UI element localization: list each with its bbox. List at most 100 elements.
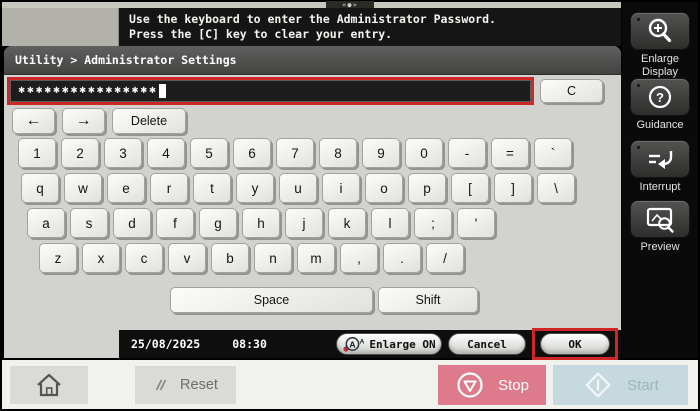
action-strip: 25/08/2025 08:30 A A Enlarge ON Cancel O… — [119, 330, 621, 358]
magnifier-plus-icon — [644, 16, 676, 46]
key-f[interactable]: f — [156, 208, 194, 238]
svg-text:A: A — [350, 339, 356, 349]
key-x[interactable]: x — [82, 243, 120, 273]
key-,[interactable]: , — [340, 243, 378, 273]
key-`[interactable]: ` — [534, 138, 572, 168]
key-h[interactable]: h — [242, 208, 280, 238]
key-4[interactable]: 4 — [147, 138, 185, 168]
arrow-left-button[interactable]: ← — [12, 108, 55, 134]
svg-text:A: A — [360, 338, 365, 345]
key-k[interactable]: k — [328, 208, 366, 238]
key-l[interactable]: l — [371, 208, 409, 238]
enlarge-on-button[interactable]: A A Enlarge ON — [336, 333, 442, 355]
led-indicator — [636, 83, 641, 88]
date-label: 25/08/2025 — [131, 337, 200, 351]
key-j[interactable]: j — [285, 208, 323, 238]
key-w[interactable]: w — [64, 173, 102, 203]
key-[[interactable]: [ — [451, 173, 489, 203]
reset-button[interactable]: Reset — [135, 366, 236, 404]
guidance-label: Guidance — [624, 119, 696, 132]
interrupt-icon — [642, 146, 678, 172]
key-g[interactable]: g — [199, 208, 237, 238]
ok-button[interactable]: OK — [540, 333, 610, 355]
status-message-line2: Press the [C] key to clear your entry. — [129, 27, 621, 42]
key-3[interactable]: 3 — [104, 138, 142, 168]
top-left-blank-block — [2, 8, 119, 46]
key-2[interactable]: 2 — [61, 138, 99, 168]
breadcrumb: Utility > Administrator Settings — [4, 46, 621, 75]
key-s[interactable]: s — [70, 208, 108, 238]
interrupt-button[interactable] — [630, 140, 690, 178]
status-message-line1: Use the keyboard to enter the Administra… — [129, 12, 621, 27]
key-i[interactable]: i — [322, 173, 360, 203]
key-=[interactable]: = — [491, 138, 529, 168]
key-9[interactable]: 9 — [362, 138, 400, 168]
reset-label: Reset — [180, 377, 218, 393]
key-o[interactable]: o — [365, 173, 403, 203]
arrow-right-button[interactable]: → — [62, 108, 105, 134]
password-input[interactable]: ✱✱✱✱✱✱✱✱✱✱✱✱✱✱✱✱ — [10, 80, 531, 102]
keyboard-row-asdf: asdfghjkl;' — [27, 208, 495, 238]
delete-button[interactable]: Delete — [112, 108, 186, 134]
key-m[interactable]: m — [297, 243, 335, 273]
key-e[interactable]: e — [107, 173, 145, 203]
home-icon — [34, 371, 64, 399]
enlarge-on-label: Enlarge ON — [369, 338, 435, 351]
stop-button[interactable]: Stop — [438, 365, 546, 405]
key-.[interactable]: . — [383, 243, 421, 273]
password-masked-value: ✱✱✱✱✱✱✱✱✱✱✱✱✱✱✱✱ — [18, 86, 158, 96]
keyboard-row-numbers: 1234567890-=` — [18, 138, 572, 168]
key-n[interactable]: n — [254, 243, 292, 273]
stop-icon — [455, 370, 485, 400]
key-q[interactable]: q — [21, 173, 59, 203]
key--[interactable]: - — [448, 138, 486, 168]
touch-panel-screen: «●» Use the keyboard to enter the Admini… — [0, 0, 700, 411]
keyboard-row-zxcv: zxcvbnm,./ — [39, 243, 464, 273]
key-z[interactable]: z — [39, 243, 77, 273]
edit-key-row: ← → Delete — [12, 108, 186, 134]
key-c[interactable]: c — [125, 243, 163, 273]
password-highlight-box: ✱✱✱✱✱✱✱✱✱✱✱✱✱✱✱✱ — [7, 77, 534, 105]
key-t[interactable]: t — [193, 173, 231, 203]
key-1[interactable]: 1 — [18, 138, 56, 168]
svg-text:?: ? — [656, 90, 664, 105]
key-a[interactable]: a — [27, 208, 65, 238]
key-6[interactable]: 6 — [233, 138, 271, 168]
key-7[interactable]: 7 — [276, 138, 314, 168]
enlarge-display-button[interactable] — [630, 12, 690, 50]
key-d[interactable]: d — [113, 208, 151, 238]
space-key[interactable]: Space — [170, 287, 373, 313]
key-\[interactable]: \ — [537, 173, 575, 203]
key-8[interactable]: 8 — [319, 138, 357, 168]
key-][interactable]: ] — [494, 173, 532, 203]
key-/[interactable]: / — [426, 243, 464, 273]
key-v[interactable]: v — [168, 243, 206, 273]
start-button[interactable]: Start — [553, 365, 688, 405]
key-y[interactable]: y — [236, 173, 274, 203]
home-button[interactable] — [10, 366, 88, 404]
guidance-button[interactable]: ? — [630, 78, 690, 116]
key-r[interactable]: r — [150, 173, 188, 203]
sidebar-item-enlarge-display: Enlarge Display — [622, 12, 698, 79]
key-p[interactable]: p — [408, 173, 446, 203]
enlarge-display-label: Enlarge Display — [624, 53, 696, 79]
sidebar-item-interrupt: Interrupt — [622, 140, 698, 194]
key-u[interactable]: u — [279, 173, 317, 203]
question-icon: ? — [645, 83, 675, 111]
key-5[interactable]: 5 — [190, 138, 228, 168]
key-;[interactable]: ; — [414, 208, 452, 238]
key-0[interactable]: 0 — [405, 138, 443, 168]
shift-key[interactable]: Shift — [378, 287, 478, 313]
preview-label: Preview — [624, 241, 696, 254]
led-indicator — [636, 145, 641, 150]
clear-button[interactable]: C — [540, 79, 603, 103]
start-icon — [582, 369, 614, 401]
time-label: 08:30 — [232, 337, 267, 351]
key-b[interactable]: b — [211, 243, 249, 273]
stop-label: Stop — [498, 377, 529, 394]
preview-button[interactable] — [630, 200, 690, 238]
led-indicator — [636, 17, 641, 22]
keyboard-row-qwerty: qwertyuiop[]\ — [21, 173, 575, 203]
cancel-button[interactable]: Cancel — [448, 333, 526, 355]
key-'[interactable]: ' — [457, 208, 495, 238]
